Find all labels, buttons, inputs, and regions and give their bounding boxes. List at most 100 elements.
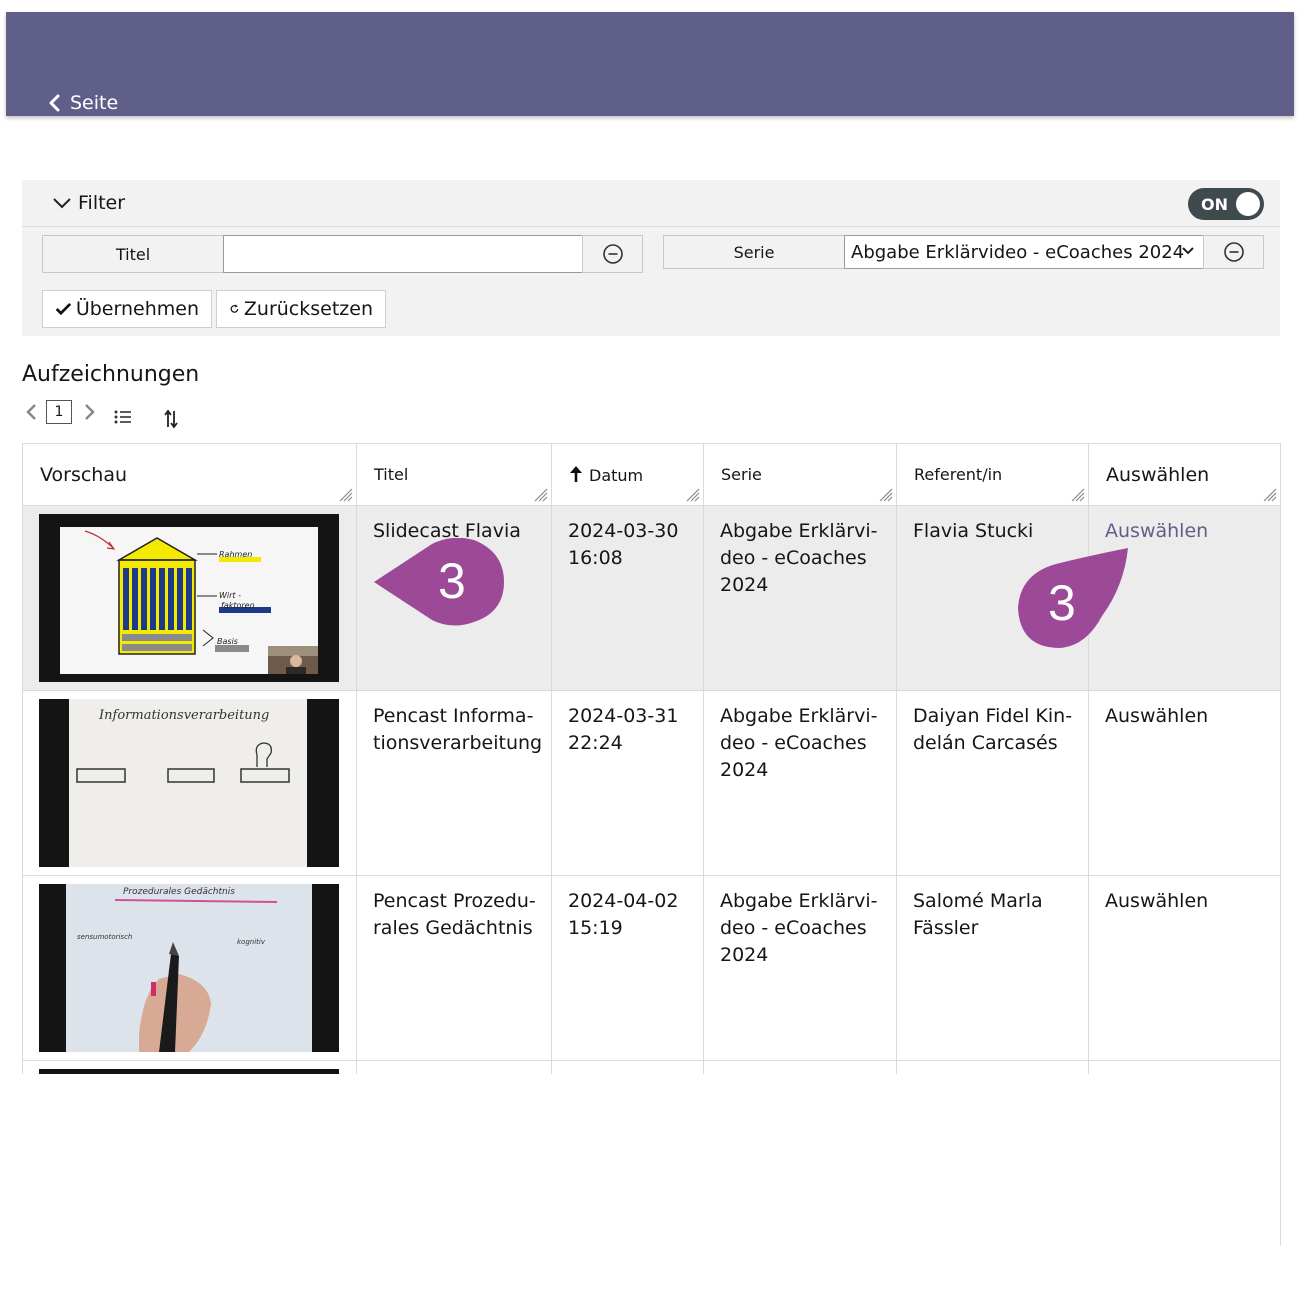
slidecast-preview-image: Rahmen Wirt - faktoren Basis — [39, 514, 339, 682]
resize-grip-icon[interactable] — [534, 488, 548, 502]
annotation-number: 3 — [1048, 575, 1076, 631]
series-cell: Abgabe Erklärvi-deo - eCoaches 2024 — [703, 875, 897, 1061]
select-link[interactable]: Auswählen — [1105, 520, 1208, 542]
column-header-select[interactable]: Auswählen — [1088, 443, 1281, 506]
list-view-button[interactable] — [112, 406, 134, 428]
date-cell: 2024-03-31 22:24 — [551, 690, 704, 876]
column-header-title[interactable]: Titel — [356, 443, 552, 506]
thumbnail-label-frame: Rahmen — [219, 550, 252, 559]
series-cell: Abgabe Erklärvi-deo - eCoaches 2024 — [703, 690, 897, 876]
table-header-row: Vorschau Titel Datum Serie Referent/in A… — [22, 443, 1281, 506]
series-filter-select[interactable]: Abgabe Erklärvideo - eCoaches 2024 — [844, 235, 1204, 269]
apply-label: Übernehmen — [75, 298, 199, 320]
thumbnail-label-economy: Wirt - — [219, 591, 241, 600]
annotation-badge-title: 3 — [374, 537, 506, 626]
back-label: Seite — [70, 92, 119, 114]
series-cell: Abgabe Erklärvi-deo - eCoaches 2024 — [703, 505, 897, 691]
column-header-label: Referent/in — [914, 465, 1003, 484]
chevron-down-icon — [53, 198, 71, 209]
minus-circle-icon — [602, 244, 623, 264]
preview-cell: Rahmen Wirt - faktoren Basis — [22, 505, 357, 691]
reset-filter-button[interactable]: Zurücksetzen — [216, 290, 386, 328]
time-value: 22:24 — [568, 732, 623, 754]
preview-cell: Prozedurales Gedächtnis sensumotorisch k… — [22, 875, 357, 1061]
column-header-series[interactable]: Serie — [703, 443, 897, 506]
video-thumbnail[interactable]: Rahmen Wirt - faktoren Basis — [39, 514, 339, 682]
table-row[interactable]: Informationsverarbeitung Pencast Informa… — [22, 690, 1281, 876]
filter-title: Filter — [78, 192, 126, 214]
select-cell: Auswählen — [1088, 690, 1281, 876]
select-link[interactable]: Auswählen — [1105, 890, 1208, 912]
column-header-label: Serie — [721, 465, 762, 484]
sort-button[interactable] — [160, 408, 182, 430]
date-value: 2024-03-30 — [568, 520, 679, 542]
annotation-number: 3 — [438, 553, 466, 609]
page-number: 1 — [46, 400, 72, 424]
title-cell: Pencast Prozedu-rales Gedächtnis — [356, 875, 552, 1061]
select-cell: Auswählen — [1088, 875, 1281, 1061]
column-header-label: Titel — [374, 465, 409, 484]
chevron-left-icon — [26, 404, 36, 420]
sort-icon — [164, 409, 178, 429]
date-cell: 2024-04-02 15:19 — [551, 875, 704, 1061]
refresh-icon — [230, 304, 239, 313]
resize-grip-icon[interactable] — [879, 488, 893, 502]
title-cell: Pencast Informa-tionsverarbeitung — [356, 690, 552, 876]
next-page-button[interactable] — [81, 402, 99, 422]
date-value: 2024-04-02 — [568, 890, 679, 912]
filter-on-toggle[interactable]: ON — [1188, 188, 1264, 220]
remove-title-filter-button[interactable] — [582, 235, 643, 273]
column-header-label: Vorschau — [40, 463, 128, 486]
preview-cell: Informationsverarbeitung — [22, 690, 357, 876]
series-filter-label: Serie — [663, 235, 845, 269]
filter-panel: Filter ON Titel Serie Abgabe Erklärvideo… — [22, 180, 1280, 336]
column-header-preview[interactable]: Vorschau — [22, 443, 357, 506]
list-icon — [114, 410, 131, 424]
thumbnail-label-base: Basis — [217, 637, 238, 646]
back-link[interactable]: Seite — [48, 92, 118, 114]
column-header-label: Datum — [589, 465, 644, 485]
checkmark-icon — [55, 302, 72, 316]
video-thumbnail[interactable]: Prozedurales Gedächtnis sensumotorisch k… — [39, 884, 339, 1052]
viewport-clip — [22, 1074, 1280, 1300]
time-value: 16:08 — [568, 547, 623, 569]
date-cell: 2024-03-30 16:08 — [551, 505, 704, 691]
time-value: 15:19 — [568, 917, 623, 939]
select-link[interactable]: Auswählen — [1105, 705, 1208, 727]
column-header-presenter[interactable]: Referent/in — [896, 443, 1089, 506]
thumbnail-right-label: kognitiv — [237, 938, 266, 946]
toggle-label: ON — [1201, 195, 1228, 214]
top-bar: Seite — [6, 12, 1294, 116]
pencast-procedural-preview-image: Prozedurales Gedächtnis sensumotorisch k… — [39, 884, 339, 1052]
resize-grip-icon[interactable] — [686, 488, 700, 502]
chevron-left-icon — [49, 94, 60, 112]
resize-grip-icon[interactable] — [1263, 488, 1277, 502]
minus-circle-icon — [1223, 242, 1244, 262]
annotation-badge-select: 3 — [1016, 546, 1130, 650]
reset-label: Zurücksetzen — [243, 298, 373, 320]
column-header-date[interactable]: Datum — [551, 443, 704, 506]
filter-toggle-header[interactable]: Filter — [52, 192, 125, 214]
title-filter-label: Titel — [42, 235, 224, 273]
title-filter-input[interactable] — [223, 235, 583, 273]
apply-filter-button[interactable]: Übernehmen — [42, 290, 212, 328]
previous-page-button[interactable] — [22, 402, 40, 422]
remove-series-filter-button[interactable] — [1203, 235, 1264, 269]
thumbnail-label-factors: faktoren — [221, 601, 255, 610]
chevron-down-icon — [1182, 247, 1194, 255]
series-selected-value: Abgabe Erklärvideo - eCoaches 2024 — [851, 241, 1185, 263]
chevron-right-icon — [85, 404, 95, 420]
resize-grip-icon[interactable] — [339, 488, 353, 502]
filter-divider — [22, 226, 1280, 227]
presenter-cell: Salomé Marla Fässler — [896, 875, 1089, 1061]
thumbnail-left-label: sensumotorisch — [77, 933, 132, 941]
table-row[interactable]: Prozedurales Gedächtnis sensumotorisch k… — [22, 875, 1281, 1061]
presenter-cell: Daiyan Fidel Kin-delán Carcasés — [896, 690, 1089, 876]
video-thumbnail[interactable]: Informationsverarbeitung — [39, 699, 339, 867]
resize-grip-icon[interactable] — [1071, 488, 1085, 502]
thumbnail-heading: Prozedurales Gedächtnis — [123, 887, 235, 897]
arrow-up-icon — [570, 465, 582, 482]
recordings-title: Aufzeichnungen — [22, 362, 200, 387]
column-header-label: Auswählen — [1106, 463, 1210, 486]
pencast-information-preview-image: Informationsverarbeitung — [39, 699, 339, 867]
